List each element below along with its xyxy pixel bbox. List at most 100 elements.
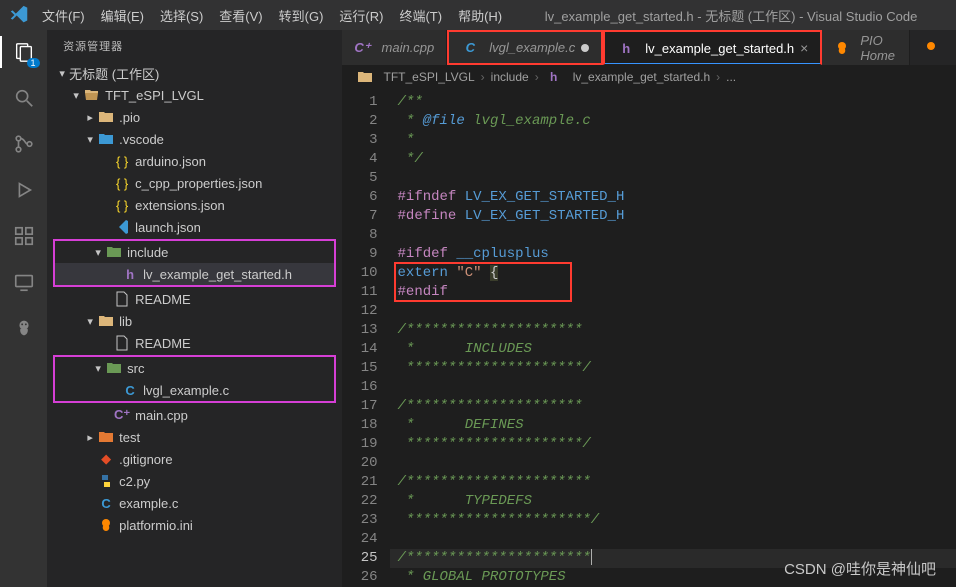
file-tree: ▾ 无标题 (工作区) ▾ TFT_eSPI_LVGL ▸ .pio ▾ .vs… (47, 62, 341, 587)
window-title: lv_example_get_started.h - 无标题 (工作区) - V… (510, 6, 952, 25)
explorer-badge: 1 (27, 58, 40, 68)
chevron-down-icon: ▾ (91, 246, 105, 259)
menu-go[interactable]: 转到(G) (271, 2, 332, 29)
file-icon (113, 335, 131, 351)
tree-file[interactable]: README (47, 332, 341, 354)
json-icon: { } (113, 198, 131, 213)
tab-lvgl-example-c[interactable]: C lvgl_example.c (447, 30, 603, 65)
cpp-file-icon: C⁺ (113, 407, 131, 423)
cpp-file-icon: C⁺ (354, 40, 372, 56)
tree-file[interactable]: { }arduino.json (47, 150, 341, 172)
c-file-icon: C (97, 496, 115, 511)
titlebar: 文件(F) 编辑(E) 选择(S) 查看(V) 转到(G) 运行(R) 终端(T… (0, 0, 956, 30)
tree-file-c[interactable]: Clvgl_example.c (55, 379, 333, 401)
chevron-right-icon: ▸ (83, 111, 97, 124)
breadcrumb-segment[interactable]: include (491, 70, 529, 84)
tab-label: lvgl_example.c (489, 40, 575, 55)
tree-folder-test[interactable]: ▸ test (47, 426, 341, 448)
breadcrumb-segment[interactable]: lv_example_get_started.h (573, 70, 710, 84)
tree-file[interactable]: c2.py (47, 470, 341, 492)
pio-icon (922, 40, 940, 56)
modified-dot-icon (581, 44, 589, 52)
chevron-right-icon: › (535, 70, 539, 84)
vscode-logo-icon (4, 4, 34, 26)
tree-file[interactable]: README (47, 288, 341, 310)
tab-main-cpp[interactable]: C⁺ main.cpp (342, 30, 448, 65)
tree-file[interactable]: ◆.gitignore (47, 448, 341, 470)
c-file-icon: C (121, 383, 139, 398)
tab-label: lv_example_get_started.h (645, 41, 794, 56)
folder-icon (356, 69, 374, 85)
tab-lv-example-h[interactable]: h lv_example_get_started.h × (603, 30, 822, 65)
menu-file[interactable]: 文件(F) (34, 2, 93, 29)
tree-folder-include[interactable]: ▾ include (55, 241, 333, 263)
folder-icon (97, 109, 115, 125)
c-file-icon: C (461, 40, 479, 55)
folder-open-icon (83, 87, 101, 103)
tree-folder-lib[interactable]: ▾ lib (47, 310, 341, 332)
tree-file[interactable]: { }extensions.json (47, 194, 341, 216)
menu-selection[interactable]: 选择(S) (152, 2, 211, 29)
menu-bar: 文件(F) 编辑(E) 选择(S) 查看(V) 转到(G) 运行(R) 终端(T… (34, 2, 510, 29)
tab-pio-home[interactable]: PIO Home (822, 30, 910, 65)
activity-search-icon[interactable] (10, 84, 38, 112)
tree-file[interactable]: { }c_cpp_properties.json (47, 172, 341, 194)
activity-bar: 1 (0, 30, 47, 587)
tree-folder-pio[interactable]: ▸ .pio (47, 106, 341, 128)
chevron-down-icon: ▾ (83, 133, 97, 146)
activity-extensions-icon[interactable] (10, 222, 38, 250)
code-editor[interactable]: 1234567891011121314151617181920212223242… (342, 89, 956, 587)
folder-icon (97, 313, 115, 329)
h-file-icon: h (545, 70, 563, 84)
file-icon (113, 291, 131, 307)
folder-open-icon (105, 244, 123, 260)
menu-help[interactable]: 帮助(H) (450, 2, 510, 29)
python-icon (97, 473, 115, 489)
tree-file[interactable]: launch.json (47, 216, 341, 238)
tab-overflow[interactable] (910, 30, 956, 65)
code-content[interactable]: /** * @file lvgl_example.c * */#ifndef L… (390, 89, 956, 587)
chevron-right-icon: ▸ (83, 431, 97, 444)
breadcrumb-segment[interactable]: TFT_eSPI_LVGL (384, 70, 475, 84)
chevron-down-icon: ▾ (69, 89, 83, 102)
menu-terminal[interactable]: 终端(T) (391, 2, 450, 29)
tree-file[interactable]: platformio.ini (47, 514, 341, 536)
menu-view[interactable]: 查看(V) (211, 2, 270, 29)
tree-folder-project[interactable]: ▾ TFT_eSPI_LVGL (47, 84, 341, 106)
tree-folder-src[interactable]: ▾ src (55, 357, 333, 379)
close-icon[interactable]: × (800, 40, 808, 56)
menu-run[interactable]: 运行(R) (331, 2, 391, 29)
pio-ini-icon (97, 517, 115, 533)
h-file-icon: h (617, 41, 635, 56)
line-numbers: 1234567891011121314151617181920212223242… (342, 89, 390, 587)
tree-file-cpp[interactable]: C⁺main.cpp (47, 404, 341, 426)
tree-workspace-root[interactable]: ▾ 无标题 (工作区) (47, 62, 341, 84)
tree-folder-vscode[interactable]: ▾ .vscode (47, 128, 341, 150)
chevron-right-icon: › (716, 70, 720, 84)
breadcrumb[interactable]: TFT_eSPI_LVGL › include › h lv_example_g… (342, 65, 956, 89)
vscode-file-icon (113, 219, 131, 235)
chevron-down-icon: ▾ (91, 362, 105, 375)
activity-remote-icon[interactable] (10, 268, 38, 296)
h-file-icon: h (121, 267, 139, 282)
watermark: CSDN @哇你是神仙吧 (784, 558, 936, 579)
folder-test-icon (97, 429, 115, 445)
tab-bar: C⁺ main.cpp C lvgl_example.c h lv_exampl… (342, 30, 956, 65)
sidebar-heading: 资源管理器 (47, 30, 341, 62)
editor-area: C⁺ main.cpp C lvgl_example.c h lv_exampl… (342, 30, 956, 587)
menu-edit[interactable]: 编辑(E) (93, 2, 152, 29)
chevron-right-icon: › (481, 70, 485, 84)
tree-file-header[interactable]: hlv_example_get_started.h (55, 263, 333, 285)
tree-file[interactable]: Cexample.c (47, 492, 341, 514)
pio-icon (834, 40, 850, 56)
activity-scm-icon[interactable] (10, 130, 38, 158)
activity-debug-icon[interactable] (10, 176, 38, 204)
json-icon: { } (113, 154, 131, 169)
json-icon: { } (113, 176, 131, 191)
activity-explorer-icon[interactable]: 1 (10, 38, 38, 66)
sidebar: 资源管理器 ▾ 无标题 (工作区) ▾ TFT_eSPI_LVGL ▸ .pio… (47, 30, 341, 587)
activity-pio-icon[interactable] (10, 314, 38, 342)
git-icon: ◆ (97, 451, 115, 467)
folder-vscode-icon (97, 131, 115, 147)
breadcrumb-segment[interactable]: ... (726, 70, 736, 84)
